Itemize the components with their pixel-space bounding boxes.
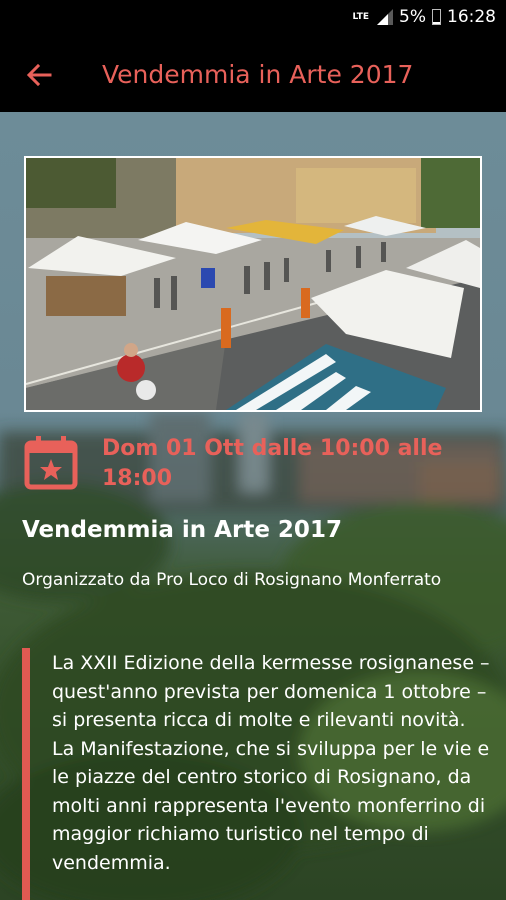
app-bar: Vendemmia in Arte 2017: [0, 38, 506, 112]
description-paragraph: La XXII Edizione della kermesse rosignan…: [52, 652, 490, 731]
status-bar: LTE 5% 16:28: [0, 0, 506, 38]
battery-percent: 5%: [399, 7, 426, 27]
back-button[interactable]: [22, 58, 56, 92]
clock: 16:28: [447, 7, 496, 27]
signal-icon: [377, 9, 394, 25]
event-date-time: Dom 01 Ott dalle 10:00 alle 18:00: [102, 436, 443, 491]
event-title: Vendemmia in Arte 2017: [22, 517, 342, 543]
lte-indicator: LTE: [352, 11, 370, 22]
arrow-left-icon: [26, 63, 52, 87]
calendar-star-icon: [24, 436, 78, 490]
event-photo: [24, 156, 482, 412]
event-organizer: Organizzato da Pro Loco di Rosignano Mon…: [22, 570, 442, 590]
market-scene-illustration: [26, 158, 480, 410]
event-detail-content[interactable]: Dom 01 Ott dalle 10:00 alle 18:00 Vendem…: [0, 112, 506, 900]
description-paragraph: La Manifestazione, che si sviluppa per l…: [52, 737, 490, 874]
description-accent-bar: [22, 648, 30, 900]
battery-icon: [432, 9, 441, 25]
event-description: La XXII Edizione della kermesse rosignan…: [52, 649, 492, 877]
app-bar-title: Vendemmia in Arte 2017: [102, 60, 414, 89]
